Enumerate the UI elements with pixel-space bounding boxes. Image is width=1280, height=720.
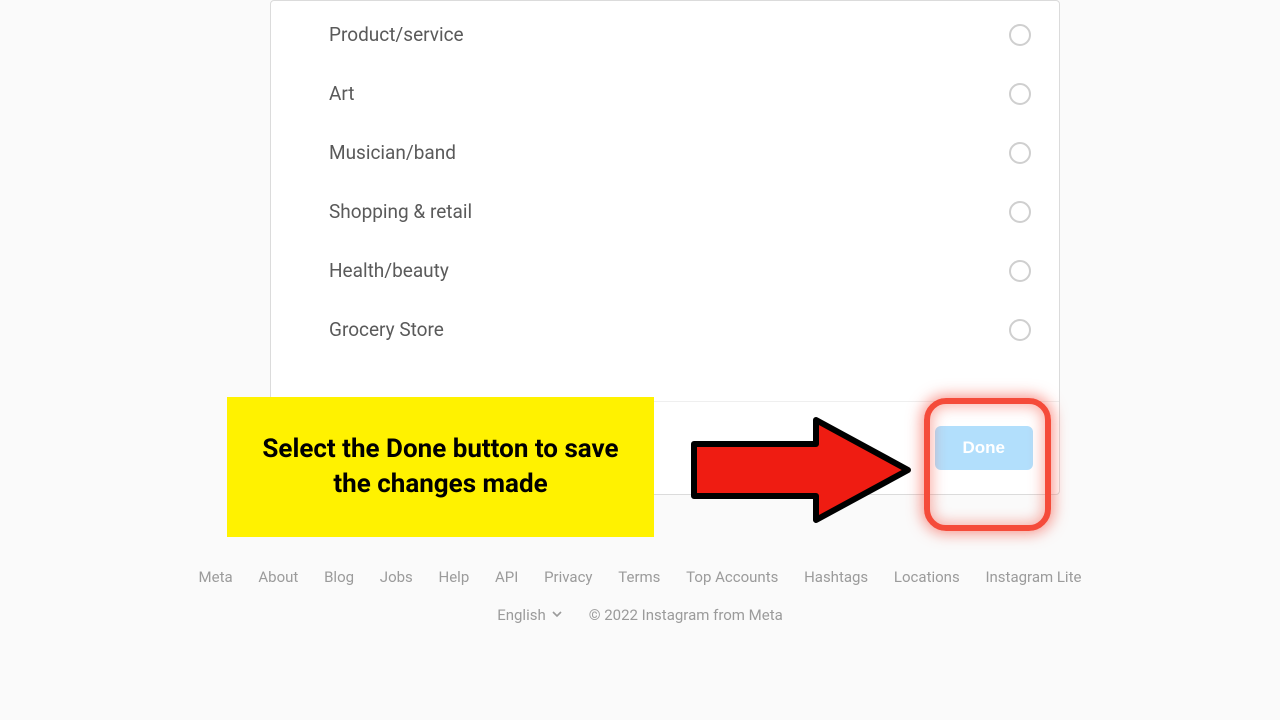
done-button[interactable]: Done: [935, 426, 1034, 470]
radio-icon[interactable]: [1009, 319, 1031, 341]
footer-link-top-accounts[interactable]: Top Accounts: [686, 568, 778, 586]
category-option[interactable]: Health/beauty: [271, 241, 1059, 300]
footer-second-row: English © 2022 Instagram from Meta: [0, 606, 1280, 624]
footer-link-jobs[interactable]: Jobs: [380, 568, 413, 586]
footer-link-row: Meta About Blog Jobs Help API Privacy Te…: [0, 568, 1280, 586]
footer-link-meta[interactable]: Meta: [199, 568, 233, 586]
option-label: Shopping & retail: [329, 200, 472, 223]
radio-icon[interactable]: [1009, 260, 1031, 282]
instruction-callout: Select the Done button to save the chang…: [227, 397, 654, 537]
category-option[interactable]: Product/service: [271, 5, 1059, 64]
option-label: Health/beauty: [329, 259, 449, 282]
footer-link-privacy[interactable]: Privacy: [544, 568, 592, 586]
category-option[interactable]: Musician/band: [271, 123, 1059, 182]
footer-link-terms[interactable]: Terms: [618, 568, 660, 586]
category-option[interactable]: Shopping & retail: [271, 182, 1059, 241]
footer-link-help[interactable]: Help: [439, 568, 470, 586]
footer-link-instagram-lite[interactable]: Instagram Lite: [985, 568, 1081, 586]
category-option[interactable]: Grocery Store: [271, 300, 1059, 359]
language-selector[interactable]: English: [497, 606, 563, 624]
radio-icon[interactable]: [1009, 24, 1031, 46]
footer-link-locations[interactable]: Locations: [894, 568, 960, 586]
chevron-down-icon: [551, 606, 563, 624]
footer-link-about[interactable]: About: [258, 568, 298, 586]
option-label: Grocery Store: [329, 318, 444, 341]
radio-icon[interactable]: [1009, 201, 1031, 223]
radio-icon[interactable]: [1009, 83, 1031, 105]
language-label: English: [497, 606, 546, 624]
footer-link-hashtags[interactable]: Hashtags: [804, 568, 868, 586]
footer-link-api[interactable]: API: [495, 568, 518, 586]
footer-link-blog[interactable]: Blog: [324, 568, 354, 586]
callout-text: Select the Done button to save the chang…: [249, 432, 632, 502]
radio-icon[interactable]: [1009, 142, 1031, 164]
copyright-text: © 2022 Instagram from Meta: [589, 606, 783, 624]
page-footer: Meta About Blog Jobs Help API Privacy Te…: [0, 568, 1280, 624]
category-options: Product/service Art Musician/band Shoppi…: [271, 1, 1059, 401]
option-label: Art: [329, 82, 355, 105]
option-label: Musician/band: [329, 141, 456, 164]
option-label: Product/service: [329, 23, 464, 46]
category-option[interactable]: Art: [271, 64, 1059, 123]
